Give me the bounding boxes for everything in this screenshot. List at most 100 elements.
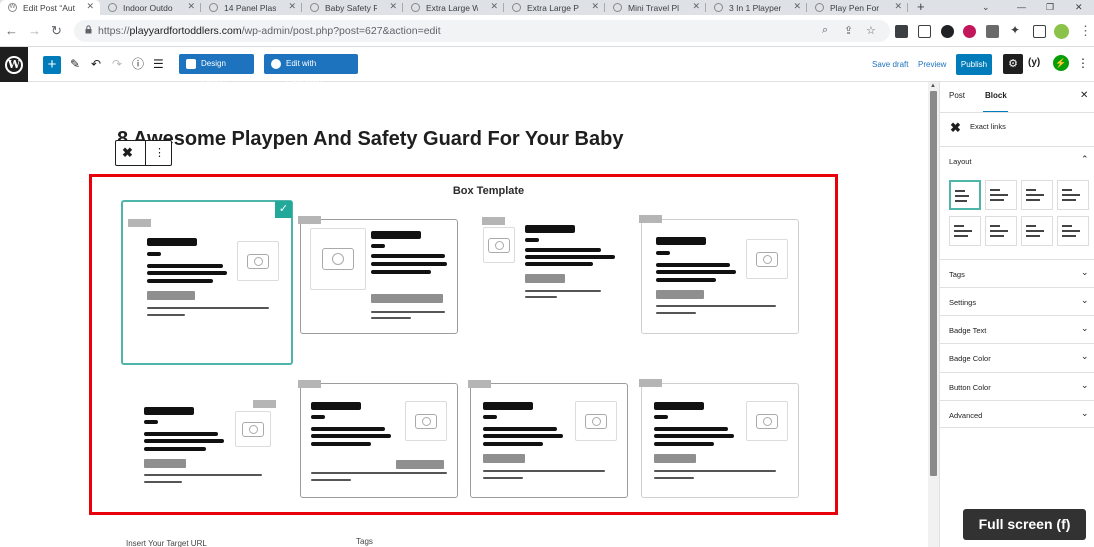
details-info-icon[interactable]: ⓘ xyxy=(132,56,144,73)
extension-screen-icon[interactable] xyxy=(895,25,908,38)
template-button xyxy=(654,454,696,463)
template-line xyxy=(371,317,411,319)
edit-pencil-icon[interactable]: ✎ xyxy=(70,56,80,73)
close-tab-icon[interactable]: ✕ xyxy=(86,1,94,12)
reload-icon[interactable]: ↻ xyxy=(51,23,62,39)
panel-layout[interactable]: Layout ⌃ xyxy=(940,146,1094,174)
panel-tags[interactable]: Tags ⌄ xyxy=(940,259,1094,287)
yoast-seo-icon[interactable]: (y) xyxy=(1028,57,1040,68)
back-arrow-icon[interactable]: ← xyxy=(5,23,18,39)
redo-icon[interactable]: ↷ xyxy=(112,56,122,73)
tab-baby-safety[interactable]: Baby Safety R ✕ xyxy=(302,0,403,15)
template-card-1[interactable]: ✓ xyxy=(121,200,293,365)
jetpack-icon[interactable]: ⚡ xyxy=(1053,55,1069,71)
profile-avatar[interactable] xyxy=(1054,24,1069,39)
camera-placeholder-icon xyxy=(237,241,279,281)
template-line xyxy=(656,237,706,245)
template-card-2[interactable] xyxy=(298,216,458,334)
layout-option-3[interactable] xyxy=(1021,180,1053,210)
template-line xyxy=(147,252,161,256)
editor-scrollbar[interactable]: ▲ xyxy=(928,82,939,547)
close-tab-icon[interactable]: ✕ xyxy=(389,1,397,12)
close-tab-icon[interactable]: ✕ xyxy=(187,1,195,12)
settings-gear-icon[interactable]: ⚙ xyxy=(1003,54,1023,74)
template-card-8[interactable] xyxy=(639,379,799,498)
close-tab-icon[interactable]: ✕ xyxy=(591,1,599,12)
close-tab-icon[interactable]: ✕ xyxy=(793,1,801,12)
block-options-icon[interactable]: ⋮ xyxy=(154,146,165,160)
list-view-icon[interactable]: ☰ xyxy=(153,56,164,73)
add-block-button[interactable]: + xyxy=(43,56,61,74)
layout-option-4[interactable] xyxy=(1057,180,1089,210)
close-tab-icon[interactable]: ✕ xyxy=(288,1,296,12)
tab-post[interactable]: Post xyxy=(949,91,965,100)
tab-14-panel[interactable]: 14 Panel Plasti ✕ xyxy=(201,0,302,15)
tab-mini-travel[interactable]: Mini Travel Pl ✕ xyxy=(605,0,706,15)
exact-links-block-icon: ✖ xyxy=(950,120,961,135)
tab-play-pen[interactable]: Play Pen For I ✕ xyxy=(807,0,908,15)
panel-advanced[interactable]: Advanced ⌄ xyxy=(940,400,1094,428)
template-line xyxy=(525,262,593,266)
more-options-icon[interactable]: ⋮ xyxy=(1077,56,1089,70)
save-draft-button[interactable]: Save draft xyxy=(872,60,908,69)
close-window-icon[interactable]: ✕ xyxy=(1075,0,1083,14)
wordpress-logo-button[interactable]: W xyxy=(0,47,28,82)
exact-links-block-icon[interactable]: ✖ xyxy=(122,146,133,160)
new-tab-button[interactable]: + xyxy=(917,0,925,14)
template-line xyxy=(147,264,223,268)
layout-option-8[interactable] xyxy=(1057,216,1089,246)
minimize-icon[interactable]: — xyxy=(1017,0,1026,14)
extension-c-icon[interactable] xyxy=(918,25,931,38)
tab-3-in-1[interactable]: 3 In 1 Playper ✕ xyxy=(706,0,807,15)
panel-settings[interactable]: Settings ⌄ xyxy=(940,287,1094,315)
extension-dark-icon[interactable] xyxy=(941,25,954,38)
publish-button[interactable]: Publish xyxy=(956,54,992,75)
template-card-5[interactable] xyxy=(138,389,283,489)
tab-search-icon[interactable]: ⌄ xyxy=(982,0,990,14)
tab-block[interactable]: Block xyxy=(985,91,1007,100)
template-line xyxy=(311,415,325,419)
post-title[interactable]: 8 Awesome Playpen And Safety Guard For Y… xyxy=(117,128,623,151)
close-sidebar-icon[interactable]: ✕ xyxy=(1080,90,1088,101)
layout-option-1[interactable] xyxy=(949,180,981,210)
extensions-puzzle-icon[interactable]: ✦ xyxy=(1010,23,1023,37)
tab-extra-large-w[interactable]: Extra Large W ✕ xyxy=(403,0,504,15)
wordpress-favicon-icon: W xyxy=(8,3,17,12)
panel-badge-text[interactable]: Badge Text ⌄ xyxy=(940,315,1094,343)
template-card-6[interactable] xyxy=(298,380,458,498)
edit-with-elementor-button[interactable]: Edit with Elementor xyxy=(264,54,358,88)
preview-button[interactable]: Preview xyxy=(918,60,946,69)
template-card-3[interactable] xyxy=(480,217,620,322)
forward-arrow-icon[interactable]: → xyxy=(28,23,41,39)
share-icon[interactable]: ⇪ xyxy=(844,24,853,37)
design-library-button[interactable]: Design Library xyxy=(179,54,254,88)
close-tab-icon[interactable]: ✕ xyxy=(490,1,498,12)
close-tab-icon[interactable]: ✕ xyxy=(894,1,902,12)
bookmark-star-icon[interactable]: ☆ xyxy=(866,24,876,37)
layout-option-5[interactable] xyxy=(949,216,981,246)
panel-badge-color[interactable]: Badge Color ⌄ xyxy=(940,343,1094,371)
scrollbar-thumb[interactable] xyxy=(930,91,937,476)
layout-option-2[interactable] xyxy=(985,180,1017,210)
undo-icon[interactable]: ↶ xyxy=(91,56,101,73)
template-card-4[interactable] xyxy=(639,215,799,334)
side-panel-icon[interactable] xyxy=(1033,25,1046,38)
template-line xyxy=(525,296,557,298)
template-card-7[interactable] xyxy=(468,380,628,498)
panel-button-color[interactable]: Button Color ⌄ xyxy=(940,372,1094,400)
tab-indoor-outdoor[interactable]: Indoor Outdo ✕ xyxy=(100,0,201,15)
scroll-up-arrow-icon[interactable]: ▲ xyxy=(930,83,936,89)
extension-color-icon[interactable] xyxy=(963,25,976,38)
tab-extra-large-pl[interactable]: Extra Large Pl ✕ xyxy=(504,0,605,15)
restore-icon[interactable]: ❐ xyxy=(1046,0,1054,14)
close-tab-icon[interactable]: ✕ xyxy=(692,1,700,12)
tab-edit-post[interactable]: W Edit Post “Aut ✕ xyxy=(0,0,100,15)
address-bar[interactable]: https://playyardfortoddlers.com/wp-admin… xyxy=(74,20,890,42)
editor-canvas: 8 Awesome Playpen And Safety Guard For Y… xyxy=(0,82,928,547)
zoom-icon[interactable]: ⌕ xyxy=(822,24,828,37)
extension-gray-icon[interactable] xyxy=(986,25,999,38)
layout-option-7[interactable] xyxy=(1021,216,1053,246)
layout-option-6[interactable] xyxy=(985,216,1017,246)
template-line xyxy=(654,402,704,410)
browser-menu-icon[interactable]: ⋮ xyxy=(1079,23,1092,39)
